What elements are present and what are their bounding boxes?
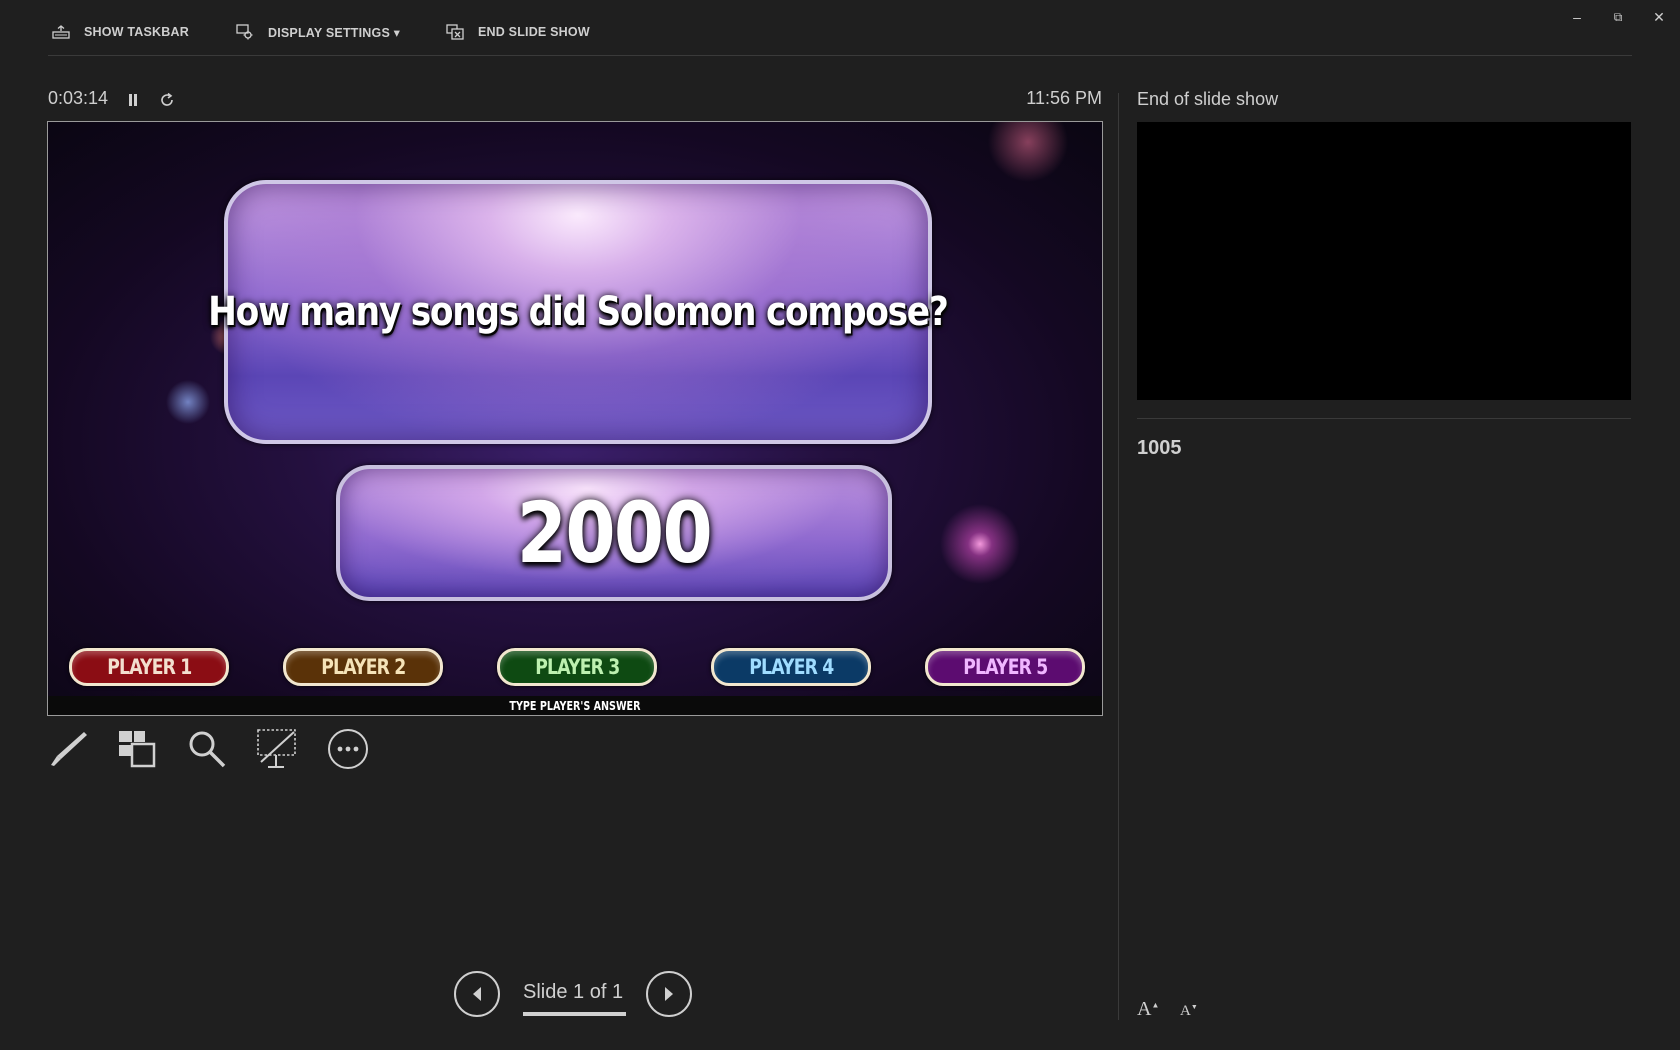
next-slide-preview[interactable] bbox=[1137, 122, 1631, 400]
player-1-button[interactable]: PLAYER 1 bbox=[69, 648, 229, 686]
close-icon: ✕ bbox=[1653, 8, 1665, 25]
elapsed-timer: 0:03:14 bbox=[48, 88, 109, 108]
arrow-left-icon bbox=[473, 987, 481, 1001]
slide-counter-underline bbox=[523, 1012, 626, 1016]
player-5-label: PLAYER 5 bbox=[962, 655, 1048, 679]
type-answer-bar[interactable]: TYPE PLAYER'S ANSWER bbox=[48, 696, 1102, 715]
pen-tool-button[interactable] bbox=[46, 727, 90, 771]
decrease-notes-font-button[interactable]: A▼ bbox=[1180, 1003, 1198, 1020]
decrease-font-icon: A bbox=[1180, 1003, 1191, 1019]
toolbar-divider bbox=[48, 55, 1632, 56]
player-1-label: PLAYER 1 bbox=[106, 655, 192, 679]
increase-font-icon: A bbox=[1137, 998, 1152, 1020]
show-taskbar-button[interactable]: SHOW TASKBAR bbox=[52, 18, 189, 46]
question-text: How many songs did Solomon compose? bbox=[208, 289, 949, 335]
player-2-button[interactable]: PLAYER 2 bbox=[283, 648, 443, 686]
end-slide-show-button[interactable]: END SLIDE SHOW bbox=[446, 18, 590, 46]
player-3-label: PLAYER 3 bbox=[534, 655, 620, 679]
current-time: 11:56 PM bbox=[1026, 88, 1102, 108]
increase-notes-font-button[interactable]: A▲ bbox=[1137, 998, 1159, 1021]
zoom-button[interactable] bbox=[185, 727, 229, 771]
next-slide-label: End of slide show bbox=[1137, 89, 1279, 109]
speaker-notes: 1005 bbox=[1137, 437, 1182, 459]
pane-divider[interactable] bbox=[1118, 93, 1119, 1020]
close-button[interactable]: ✕ bbox=[1646, 6, 1672, 28]
reset-timer-button[interactable] bbox=[157, 90, 177, 110]
previous-slide-button[interactable] bbox=[454, 971, 500, 1017]
current-slide[interactable]: How many songs did Solomon compose? 2000… bbox=[47, 121, 1103, 716]
player-4-button[interactable]: PLAYER 4 bbox=[711, 648, 871, 686]
minimize-icon: – bbox=[1573, 9, 1581, 25]
taskbar-icon bbox=[52, 25, 70, 39]
player-5-button[interactable]: PLAYER 5 bbox=[925, 648, 1085, 686]
end-show-icon bbox=[446, 24, 464, 40]
display-settings-icon bbox=[236, 24, 253, 40]
slides-grid-icon bbox=[119, 731, 156, 768]
restore-button[interactable]: ⧉ bbox=[1605, 6, 1631, 28]
type-answer-label: TYPE PLAYER'S ANSWER bbox=[509, 698, 641, 713]
answer-text: 2000 bbox=[516, 484, 713, 582]
question-panel: How many songs did Solomon compose? bbox=[208, 180, 949, 444]
more-icon bbox=[328, 729, 368, 769]
answer-panel: 2000 bbox=[336, 465, 892, 601]
notes-divider bbox=[1137, 418, 1631, 419]
arrow-right-icon bbox=[665, 987, 673, 1001]
pause-timer-button[interactable] bbox=[123, 90, 143, 110]
player-2-label: PLAYER 2 bbox=[320, 655, 406, 679]
more-options-button[interactable] bbox=[326, 727, 370, 771]
player-4-label: PLAYER 4 bbox=[748, 655, 834, 679]
black-screen-icon bbox=[257, 729, 296, 768]
slide-counter[interactable]: Slide 1 of 1 bbox=[523, 981, 623, 1004]
restore-icon: ⧉ bbox=[1613, 9, 1623, 24]
next-slide-button[interactable] bbox=[646, 971, 692, 1017]
black-screen-button[interactable] bbox=[255, 727, 299, 771]
display-settings-button[interactable]: DISPLAY SETTINGS ▾ bbox=[236, 18, 400, 46]
reset-icon bbox=[161, 92, 173, 106]
player-3-button[interactable]: PLAYER 3 bbox=[497, 648, 657, 686]
zoom-icon bbox=[189, 731, 226, 768]
pen-icon bbox=[51, 732, 87, 766]
end-slide-show-label: END SLIDE SHOW bbox=[478, 25, 590, 39]
pause-icon bbox=[129, 94, 137, 106]
minimize-button[interactable]: – bbox=[1564, 6, 1590, 28]
display-settings-label: DISPLAY SETTINGS ▾ bbox=[268, 25, 401, 40]
see-all-slides-button[interactable] bbox=[115, 727, 159, 771]
show-taskbar-label: SHOW TASKBAR bbox=[84, 25, 189, 39]
